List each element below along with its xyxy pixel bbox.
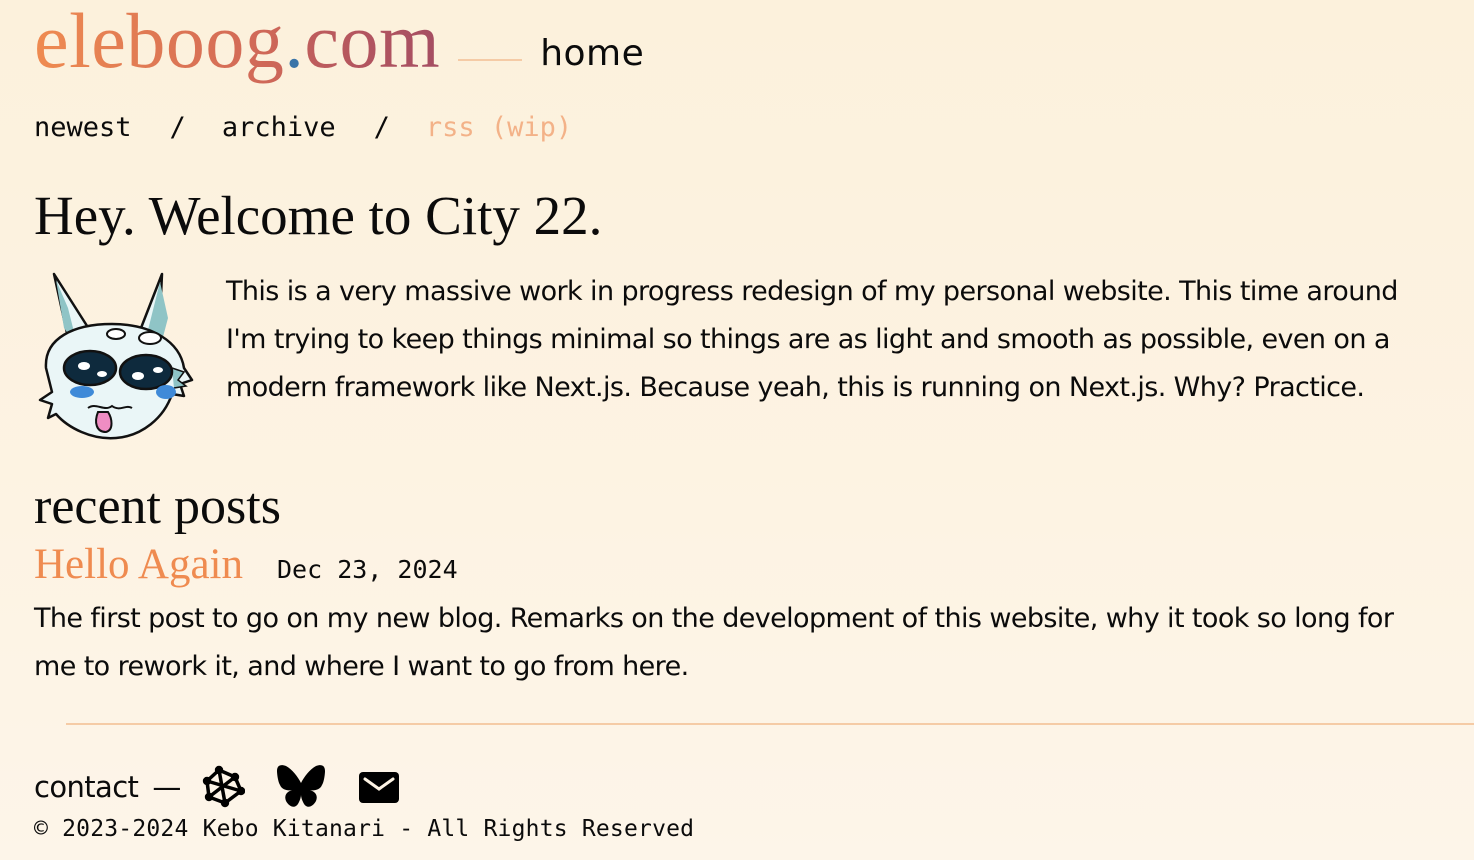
bluesky-butterfly-icon [277, 765, 326, 807]
intro-text: This is a very massive work in progress … [226, 276, 1398, 403]
bluesky-link[interactable] [275, 764, 327, 810]
recent-posts-heading: recent posts [34, 478, 281, 535]
fox-avatar-icon [38, 272, 194, 440]
post-item: Hello Again Dec 23, 2024 The first post … [34, 540, 1434, 691]
nav-archive[interactable]: archive [222, 112, 336, 143]
page-label: home [540, 33, 645, 74]
mail-icon [359, 772, 400, 803]
logo-tld: com [304, 0, 440, 84]
header-separator [458, 59, 523, 61]
hero-title: Hey. Welcome to City 22. [34, 185, 603, 246]
site-header: eleboog.com home [34, 0, 644, 90]
footer-divider [66, 723, 1474, 725]
post-date: Dec 23, 2024 [277, 555, 458, 584]
logo-name: eleboog [34, 0, 284, 84]
logo-dot: . [284, 0, 305, 84]
mail-link[interactable] [357, 767, 401, 807]
nav-separator: / [373, 112, 390, 143]
fediverse-icon [203, 765, 246, 808]
nav-newest[interactable]: newest [34, 112, 132, 143]
contact-dash: — [152, 770, 182, 804]
nav-rss[interactable]: rss (wip) [426, 112, 572, 143]
main-nav: newest / archive / rss (wip) [34, 112, 572, 143]
contact-row: contact — [34, 764, 401, 810]
avatar [34, 268, 194, 446]
nav-separator: / [169, 112, 186, 143]
site-logo[interactable]: eleboog.com [34, 2, 440, 80]
post-header: Hello Again Dec 23, 2024 [34, 540, 1434, 589]
copyright: © 2023-2024 Kebo Kitanari - All Rights R… [34, 816, 695, 842]
post-excerpt: The first post to go on my new blog. Rem… [34, 603, 1394, 682]
contact-label: contact [34, 770, 139, 804]
fediverse-link[interactable] [201, 765, 246, 809]
post-title-link[interactable]: Hello Again [34, 540, 243, 589]
